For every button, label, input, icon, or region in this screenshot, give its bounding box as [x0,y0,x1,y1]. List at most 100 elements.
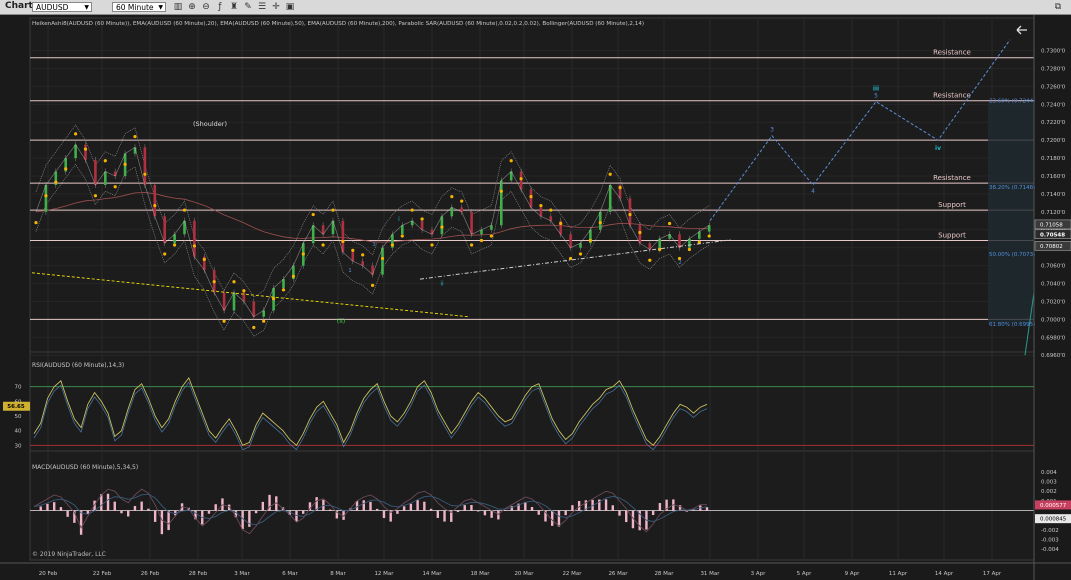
window-options-icon[interactable]: ⧉ [1052,1,1064,13]
date-tick-label: 3 Mar [234,571,250,577]
macd-histogram-bar [39,506,42,511]
parabolic-sar-dot [529,195,533,199]
parabolic-sar-dot [430,243,434,247]
candle-body[interactable] [153,184,157,217]
zoom-in-icon[interactable]: ⊕ [186,1,198,13]
instrument-selector[interactable]: AUDUSD ▼ [32,2,92,12]
macd-histogram-bar [436,510,439,518]
fibonacci-level-label: 23.60% (0.7244) [989,99,1035,105]
candle-body[interactable] [569,234,572,248]
candle-body[interactable] [401,225,404,235]
level-label: Resistance [933,174,971,182]
macd-tick-label: 0.002 [1041,489,1057,495]
parabolic-sar-dot [281,288,286,292]
macd-histogram-bar [59,507,63,511]
candle-body[interactable] [193,220,196,257]
macd-histogram-bar [328,509,332,511]
zoom-out-icon[interactable]: ⊖ [200,1,212,13]
parabolic-sar-dot [559,221,563,226]
candle-body[interactable] [74,144,77,159]
candle-body[interactable] [420,220,424,230]
parabolic-sar-dot [331,208,335,212]
candle-body[interactable] [44,184,48,212]
price-badge-label: 0.70802 [1040,244,1063,250]
candle-body[interactable] [222,292,226,311]
candle-body[interactable] [381,247,384,275]
parabolic-sar-dot [440,225,444,229]
snapshot-icon[interactable]: ▣ [284,1,296,13]
candle-body[interactable] [282,279,285,289]
candle-body[interactable] [470,211,473,235]
chart-area[interactable]: Resistance Resistance Resistance Support Sup… [0,15,1071,580]
candle-body[interactable] [232,292,236,311]
candle-body[interactable] [638,225,642,244]
candle-body[interactable] [94,159,97,185]
candle-body[interactable] [698,231,701,239]
macd-histogram-bar [376,508,379,511]
parabolic-sar-dot [44,194,48,198]
level-label: Support [938,201,966,209]
candle-body[interactable] [519,171,523,190]
date-tick-label: 5 Apr [797,571,813,577]
wave-label: iv [935,145,941,152]
crosshair-icon[interactable]: ✛ [270,1,282,13]
macd-histogram-bar [530,506,534,511]
candle-body[interactable] [104,171,107,185]
parabolic-sar-dot [202,257,206,261]
candle-body[interactable] [84,144,87,160]
candle-body[interactable] [539,207,543,217]
macd-histogram-bar [618,510,621,516]
candle-body[interactable] [163,216,166,244]
candle-body[interactable] [143,147,147,185]
parabolic-sar-dot [489,234,493,238]
macd-histogram-bar [604,499,608,511]
strategies-icon[interactable]: ♜ [228,1,240,13]
candle-body[interactable] [599,211,602,230]
indicators-icon[interactable]: ƒ [214,1,226,13]
parabolic-sar-dot [113,185,117,189]
candle-body[interactable] [450,207,454,217]
candle-body[interactable] [440,216,444,235]
candle-body[interactable] [311,225,315,244]
price-tick-label: 0.7300'0 [1041,49,1066,55]
date-tick-label: 28 Feb [189,571,208,577]
candle-body[interactable] [183,220,186,235]
price-tick-label: 0.7000'0 [1041,317,1066,323]
parabolic-sar-dot [608,172,612,176]
interval-selector[interactable]: 60 Minute ▼ [112,2,166,12]
properties-icon[interactable]: ☰ [256,1,268,13]
candle-body[interactable] [529,189,533,208]
parabolic-sar-dot [182,208,187,212]
date-tick-label: 22 Feb [93,571,112,577]
price-tick-label: 0.7220'0 [1041,120,1066,126]
parabolic-sar-dot [588,238,593,243]
macd-panel-header: MACD(AUDUSD (60 Minute),5,34,5) [32,464,138,471]
candle-body[interactable] [658,238,661,250]
fibonacci-zone [988,102,1034,324]
candle-body[interactable] [252,301,256,317]
parabolic-sar-dot [628,212,632,217]
candle-body[interactable] [371,265,374,275]
candle-body[interactable] [688,238,691,248]
candle-body[interactable] [341,220,345,253]
rsi-panel-header: RSI(AUDUSD (60 Minute),14,3) [32,362,124,369]
candle-body[interactable] [707,225,711,232]
candle-body[interactable] [173,234,176,244]
bar-type-icon[interactable]: ▥ [172,1,184,13]
parabolic-sar-dot [569,256,573,261]
parabolic-sar-dot [272,297,276,301]
macd-histogram-bar [456,510,460,513]
drawing-tools-icon[interactable]: ✎ [242,1,254,13]
parabolic-sar-dot [549,208,553,212]
candle-body[interactable] [608,184,612,212]
macd-histogram-bar [483,510,487,516]
candle-body[interactable] [628,198,632,226]
candle-body[interactable] [500,180,503,226]
candle-body[interactable] [351,252,355,262]
macd-histogram-bar [705,507,709,511]
fibonacci-level-label: 50.00% (0.7073) [989,252,1035,258]
macd-histogram-bar [443,510,446,522]
level-label: Support [938,232,966,240]
wave-label: 5 [874,93,878,100]
candle-body[interactable] [262,310,265,317]
